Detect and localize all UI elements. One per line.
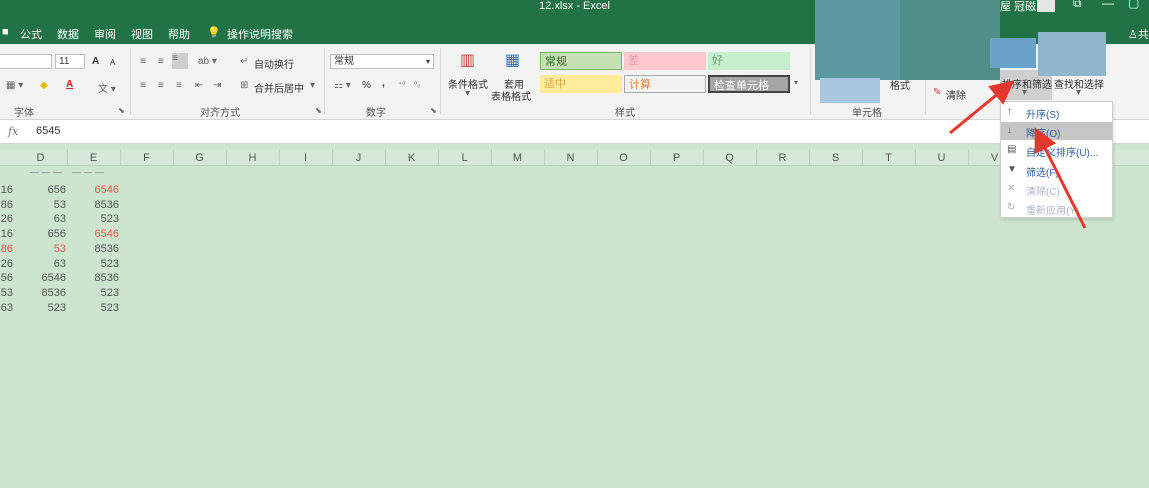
arrow-to-sort-filter [949,80,1015,135]
arrow-to-descending [1034,127,1087,229]
annotation-arrows [949,80,1087,229]
